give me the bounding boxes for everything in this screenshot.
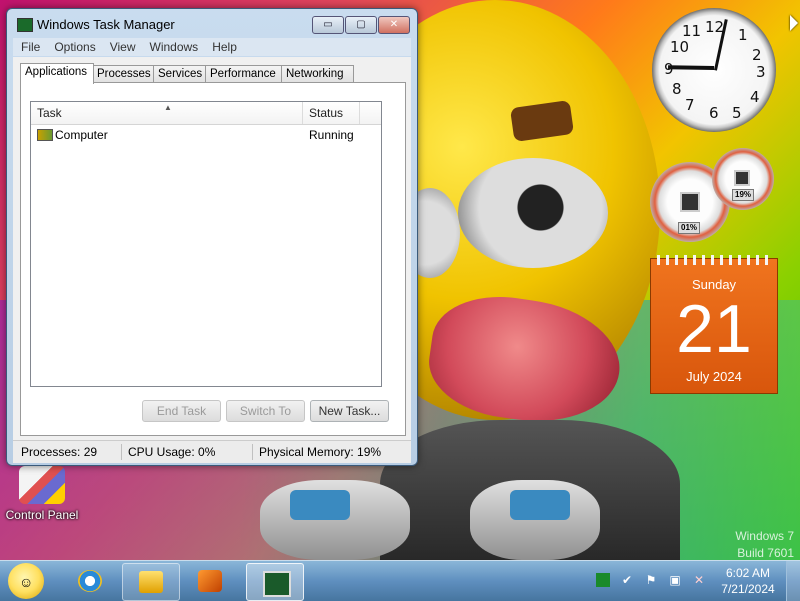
sort-up-icon: ▲ <box>164 103 172 112</box>
memory-meter-gadget[interactable]: 19% <box>712 148 774 210</box>
internet-explorer-icon <box>78 570 102 592</box>
clock-number: 11 <box>682 22 702 40</box>
clock-number: 8 <box>672 80 682 98</box>
end-task-button[interactable]: End Task <box>142 400 221 422</box>
media-player-icon <box>198 570 222 592</box>
task-list[interactable]: Task ▲ Status Computer Running <box>30 101 382 387</box>
taskbar-task-manager[interactable] <box>246 563 304 601</box>
taskbar: ☺ ✔ ⚑ ▣ ✕ 6:02 AM 7/21/2024 <box>0 560 800 601</box>
close-button[interactable]: ✕ <box>378 16 410 34</box>
task-manager-icon <box>263 571 291 597</box>
task-manager-window: Windows Task Manager ▭ ▢ ✕ File Options Vi… <box>6 8 418 466</box>
table-row[interactable]: Computer Running <box>31 126 381 144</box>
wallpaper-shoe-left <box>260 480 410 560</box>
tab-services[interactable]: Services <box>153 65 207 83</box>
tray-task-manager-icon[interactable] <box>596 573 610 587</box>
computer-icon <box>37 129 53 141</box>
start-button[interactable]: ☺ <box>8 563 44 599</box>
taskbar-media-player[interactable] <box>182 563 238 599</box>
minimize-button[interactable]: ▭ <box>312 16 344 34</box>
switch-to-button[interactable]: Switch To <box>226 400 305 422</box>
tray-network-icon[interactable]: ▣ <box>668 573 682 587</box>
memory-chip-icon <box>734 170 750 186</box>
cpu-percent: 01% <box>678 222 701 234</box>
windows-build-watermark: Windows 7 Build 7601 <box>735 528 794 560</box>
tab-processes[interactable]: Processes <box>92 65 155 83</box>
clock-number: 4 <box>750 88 760 106</box>
clock-gadget[interactable]: 12 1 2 3 4 5 6 7 8 9 10 11 <box>652 8 776 132</box>
menu-bar: File Options View Windows Help <box>13 38 411 56</box>
calendar-day: 21 <box>676 291 752 367</box>
tray-security-icon[interactable]: ✔ <box>620 573 634 587</box>
menu-windows[interactable]: Windows <box>142 38 205 54</box>
title-bar[interactable]: Windows Task Manager ▭ ▢ ✕ <box>7 9 417 37</box>
desktop-icon-label: Control Panel <box>5 508 79 522</box>
tab-performance[interactable]: Performance <box>205 65 283 83</box>
clock-number: 3 <box>756 63 766 81</box>
clock-number: 5 <box>732 104 742 122</box>
task-name: Computer <box>55 128 108 142</box>
clock-number: 6 <box>709 104 719 122</box>
mouse-cursor-icon <box>790 15 798 31</box>
maximize-button[interactable]: ▢ <box>345 16 377 34</box>
taskbar-date: 7/21/2024 <box>721 582 775 596</box>
desktop-icon-control-panel[interactable]: Control Panel <box>4 466 80 522</box>
menu-help[interactable]: Help <box>204 38 243 54</box>
task-status: Running <box>309 128 354 142</box>
clock-hour-hand <box>668 65 715 70</box>
clock-number: 10 <box>670 38 690 56</box>
calendar-month-year: July 2024 <box>686 369 742 384</box>
column-status[interactable]: Status <box>303 102 360 124</box>
clock-number: 2 <box>752 46 762 64</box>
show-desktop-button[interactable] <box>786 561 800 601</box>
tray-volume-muted-icon[interactable]: ✕ <box>692 573 706 587</box>
windows-explorer-icon <box>139 571 163 593</box>
watermark-line: Build 7601 <box>737 546 794 560</box>
task-manager-title-icon <box>17 18 33 32</box>
calendar-rings <box>657 255 771 265</box>
window-title: Windows Task Manager <box>37 17 175 32</box>
tray-action-center-flag-icon[interactable]: ⚑ <box>644 573 658 587</box>
status-processes: Processes: 29 <box>15 444 122 460</box>
tab-applications[interactable]: Applications <box>20 63 94 84</box>
taskbar-internet-explorer[interactable] <box>62 563 118 599</box>
cpu-chip-icon <box>680 192 700 212</box>
taskbar-time: 6:02 AM <box>725 566 771 580</box>
menu-file[interactable]: File <box>13 38 46 54</box>
calendar-weekday: Sunday <box>691 277 737 292</box>
status-physical-memory: Physical Memory: 19% <box>259 445 382 459</box>
taskbar-clock[interactable]: 6:02 AM 7/21/2024 <box>716 565 780 597</box>
watermark-line: Windows 7 <box>735 529 794 543</box>
wallpaper-shoe-right <box>470 480 600 560</box>
calendar-gadget[interactable]: Sunday 21 July 2024 <box>650 255 778 394</box>
start-orb-icon: ☺ <box>19 574 34 590</box>
clock-number: 1 <box>738 26 748 44</box>
wallpaper-smiley-eye-right <box>458 158 608 268</box>
control-panel-icon <box>19 466 65 504</box>
clock-number: 7 <box>685 96 695 114</box>
menu-view[interactable]: View <box>102 38 142 54</box>
status-cpu-usage: CPU Usage: 0% <box>122 444 253 460</box>
task-list-header: Task ▲ Status <box>31 102 381 125</box>
status-bar: Processes: 29 CPU Usage: 0% Physical Mem… <box>13 440 411 463</box>
taskbar-windows-explorer[interactable] <box>122 563 180 601</box>
tab-networking[interactable]: Networking <box>281 65 354 83</box>
window-body: Applications Processes Services Performa… <box>13 57 411 463</box>
new-task-button[interactable]: New Task... <box>310 400 389 422</box>
menu-options[interactable]: Options <box>46 38 101 54</box>
memory-percent: 19% <box>732 189 755 201</box>
